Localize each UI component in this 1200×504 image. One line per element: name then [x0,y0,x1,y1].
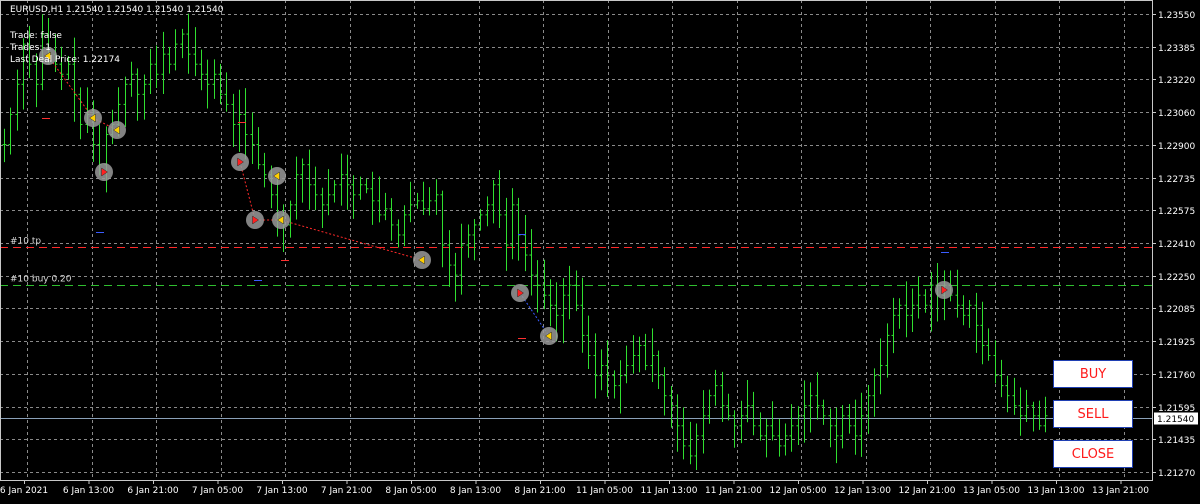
price-axis-label: 1.21760 [1158,371,1195,381]
grid [0,0,1152,480]
trade-marker-icon [246,211,264,229]
price-axis-label: 1.22900 [1158,142,1195,152]
time-axis-label: 7 Jan 21:00 [321,486,373,496]
trade-marker-icon [95,163,113,181]
time-axis-label: 6 Jan 2021 [0,486,48,496]
take-profit-label: #10 tp [10,237,41,247]
price-axis-label: 1.21270 [1158,469,1195,479]
close-button[interactable]: CLOSE [1053,440,1133,468]
time-axis-label: 7 Jan 05:00 [192,486,244,496]
time-axis-label: 8 Jan 13:00 [450,486,502,496]
price-chart[interactable]: #10 tp #10 buy 0.20 1.23550 1.23385 1.23220… [0,0,1200,500]
time-axis-label: 12 Jan 13:00 [834,486,891,496]
price-axis-label: 1.23550 [1158,11,1195,21]
time-axis-label: 7 Jan 13:00 [256,486,308,496]
time-axis-label: 11 Jan 21:00 [705,486,762,496]
ea-info-trade: Trade: false [10,31,62,41]
price-axis-label: 1.22085 [1158,305,1195,315]
chart-canvas[interactable]: #10 tp #10 buy 0.20 1.23550 1.23385 1.23220… [0,0,1200,500]
trade-marker-icon [84,109,102,127]
time-axis-label: 11 Jan 05:00 [576,486,633,496]
price-axis-label: 1.22575 [1158,207,1195,217]
symbol-header: EURUSD,H1 1.21540 1.21540 1.21540 1.2154… [10,5,224,15]
time-axis-label: 6 Jan 21:00 [127,486,179,496]
time-axis-label: 12 Jan 21:00 [899,486,956,496]
price-axis-label: 1.21435 [1158,436,1195,446]
trade-markers [39,47,953,345]
price-axis-label: 1.21925 [1158,338,1195,348]
trade-marker-icon [108,121,126,139]
time-axis-label: 13 Jan 05:00 [963,486,1020,496]
order-levels: #10 tp #10 buy 0.20 [0,237,1152,419]
time-axis-label: 11 Jan 13:00 [641,486,698,496]
price-axis-label: 1.22410 [1158,240,1195,250]
time-axis-label: 8 Jan 05:00 [385,486,437,496]
ea-info-trades: Trades: 1 [10,43,51,53]
price-axis-label: 1.23220 [1158,76,1195,86]
chart-frame [0,0,1153,481]
price-axis-label: 1.22250 [1158,273,1195,283]
time-axis-label: 8 Jan 21:00 [514,486,566,496]
sell-button[interactable]: SELL [1053,400,1133,428]
trade-marker-icon [231,153,249,171]
time-axis-label: 6 Jan 13:00 [63,486,115,496]
time-axis-label: 13 Jan 13:00 [1028,486,1085,496]
trade-marker-icon [272,211,290,229]
buy-order-label: #10 buy 0.20 [10,275,72,285]
price-axis-label: 1.23385 [1158,44,1195,54]
trade-path-segment [47,55,118,131]
axes: 1.23550 1.23385 1.23220 1.23060 1.22900 1.227… [0,0,1198,496]
price-axis-label: 1.22735 [1158,175,1195,185]
trade-marker-icon [413,251,431,269]
time-axis-label: 12 Jan 05:00 [770,486,827,496]
price-axis-label: 1.23060 [1158,109,1195,119]
buy-button[interactable]: BUY [1053,360,1133,388]
bid-price-label: 1.21540 [1157,415,1194,425]
trade-marker-icon [511,284,529,302]
trade-marker-icon [935,281,953,299]
price-bars [2,13,1048,471]
trade-marker-icon [540,327,558,345]
time-axis-label: 13 Jan 21:00 [1092,486,1149,496]
trade-history-path [42,55,949,339]
ea-info-last-deal: Last Deal Price: 1.22174 [10,55,121,65]
trade-marker-icon [268,167,286,185]
